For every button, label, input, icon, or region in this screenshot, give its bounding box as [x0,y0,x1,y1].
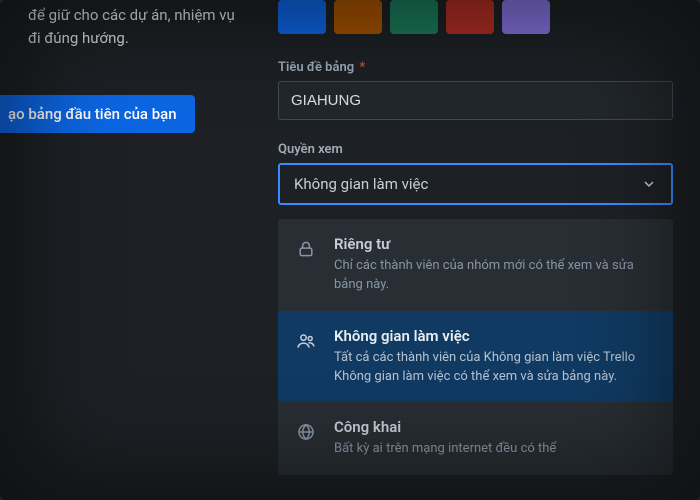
globe-icon [296,422,318,442]
option-title: Công khai [334,418,556,436]
visibility-selected-value: Không gian làm việc [294,175,428,193]
required-marker: * [359,60,365,75]
option-title: Không gian làm việc [334,327,655,345]
people-icon [296,331,318,351]
visibility-option-private[interactable]: Riêng tư Chỉ các thành viên của nhóm mới… [278,219,673,311]
board-title-label: Tiêu đề bảng * [278,60,673,75]
lock-icon [296,239,318,259]
sidebar-description: để giữ cho các dự án, nhiệm vụ đi đúng h… [0,0,255,51]
swatch-purple[interactable] [502,0,550,34]
visibility-dropdown: Riêng tư Chỉ các thành viên của nhóm mới… [278,219,673,475]
visibility-option-workspace[interactable]: Không gian làm việc Tất cả các thành viê… [278,311,673,403]
background-color-swatches [278,0,673,34]
visibility-select[interactable]: Không gian làm việc [278,163,673,205]
option-desc: Bất kỳ ai trên mạng internet đều có thể [334,440,556,459]
visibility-label: Quyền xem [278,142,673,157]
board-title-label-text: Tiêu đề bảng [278,60,354,75]
option-desc: Tất cả các thành viên của Không gian làm… [334,349,655,387]
create-board-panel: Tiêu đề bảng * Quyền xem Không gian làm … [278,0,673,475]
board-title-input[interactable] [278,81,673,120]
swatch-orange[interactable] [334,0,382,34]
swatch-red[interactable] [446,0,494,34]
option-desc: Chỉ các thành viên của nhóm mới có thể x… [334,257,655,295]
swatch-blue[interactable] [278,0,326,34]
option-title: Riêng tư [334,235,655,253]
visibility-option-public[interactable]: Công khai Bất kỳ ai trên mạng internet đ… [278,402,673,475]
chevron-down-icon [641,176,657,192]
create-first-board-button[interactable]: ạo bảng đầu tiên của bạn [0,95,195,133]
swatch-green[interactable] [390,0,438,34]
